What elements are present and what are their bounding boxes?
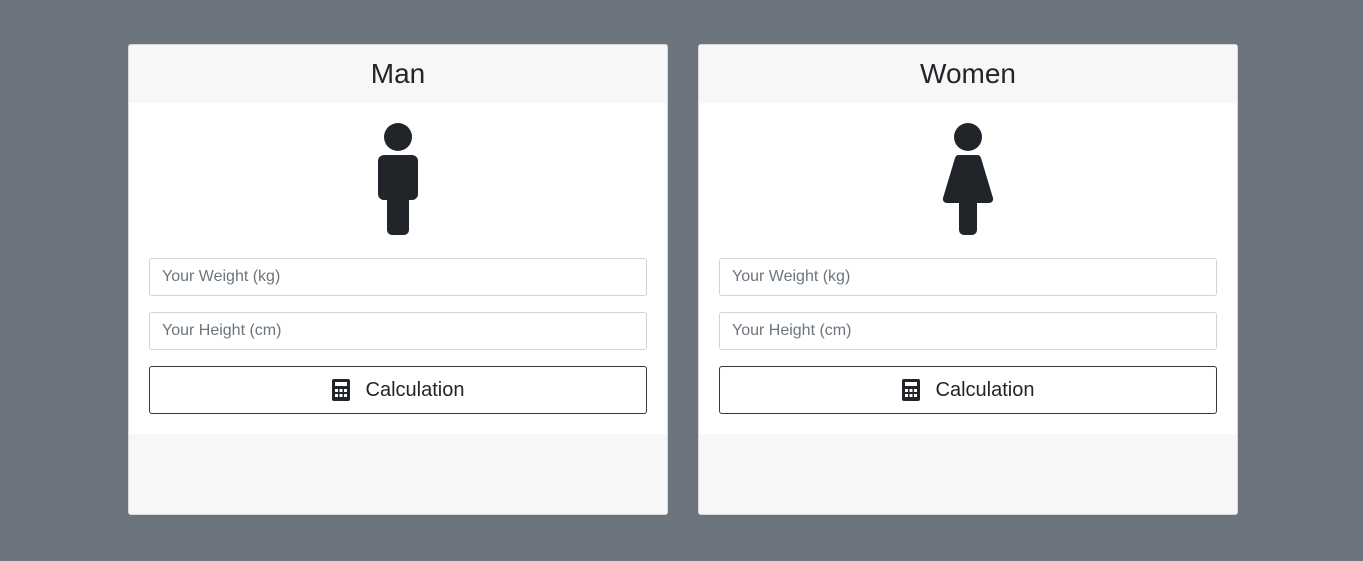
- male-figure-icon: [129, 122, 667, 238]
- man-height-input[interactable]: [149, 312, 647, 350]
- women-card: Women Calculat: [698, 44, 1238, 515]
- calculator-icon: [901, 379, 920, 401]
- women-card-footer: [699, 434, 1237, 514]
- man-card: Man Calculatio: [128, 44, 668, 515]
- man-weight-input[interactable]: [149, 258, 647, 296]
- calculator-icon: [331, 379, 350, 401]
- women-card-body: Calculation: [699, 103, 1237, 434]
- man-card-body: Calculation: [129, 103, 667, 434]
- women-card-title: Women: [699, 45, 1237, 103]
- female-figure-icon: [699, 122, 1237, 238]
- man-calculation-button[interactable]: Calculation: [149, 366, 647, 414]
- women-calculation-label: Calculation: [935, 378, 1035, 401]
- women-height-input[interactable]: [719, 312, 1217, 350]
- man-calculation-label: Calculation: [365, 378, 465, 401]
- women-calculation-button[interactable]: Calculation: [719, 366, 1217, 414]
- women-weight-input[interactable]: [719, 258, 1217, 296]
- man-card-footer: [129, 434, 667, 514]
- man-card-title: Man: [129, 45, 667, 103]
